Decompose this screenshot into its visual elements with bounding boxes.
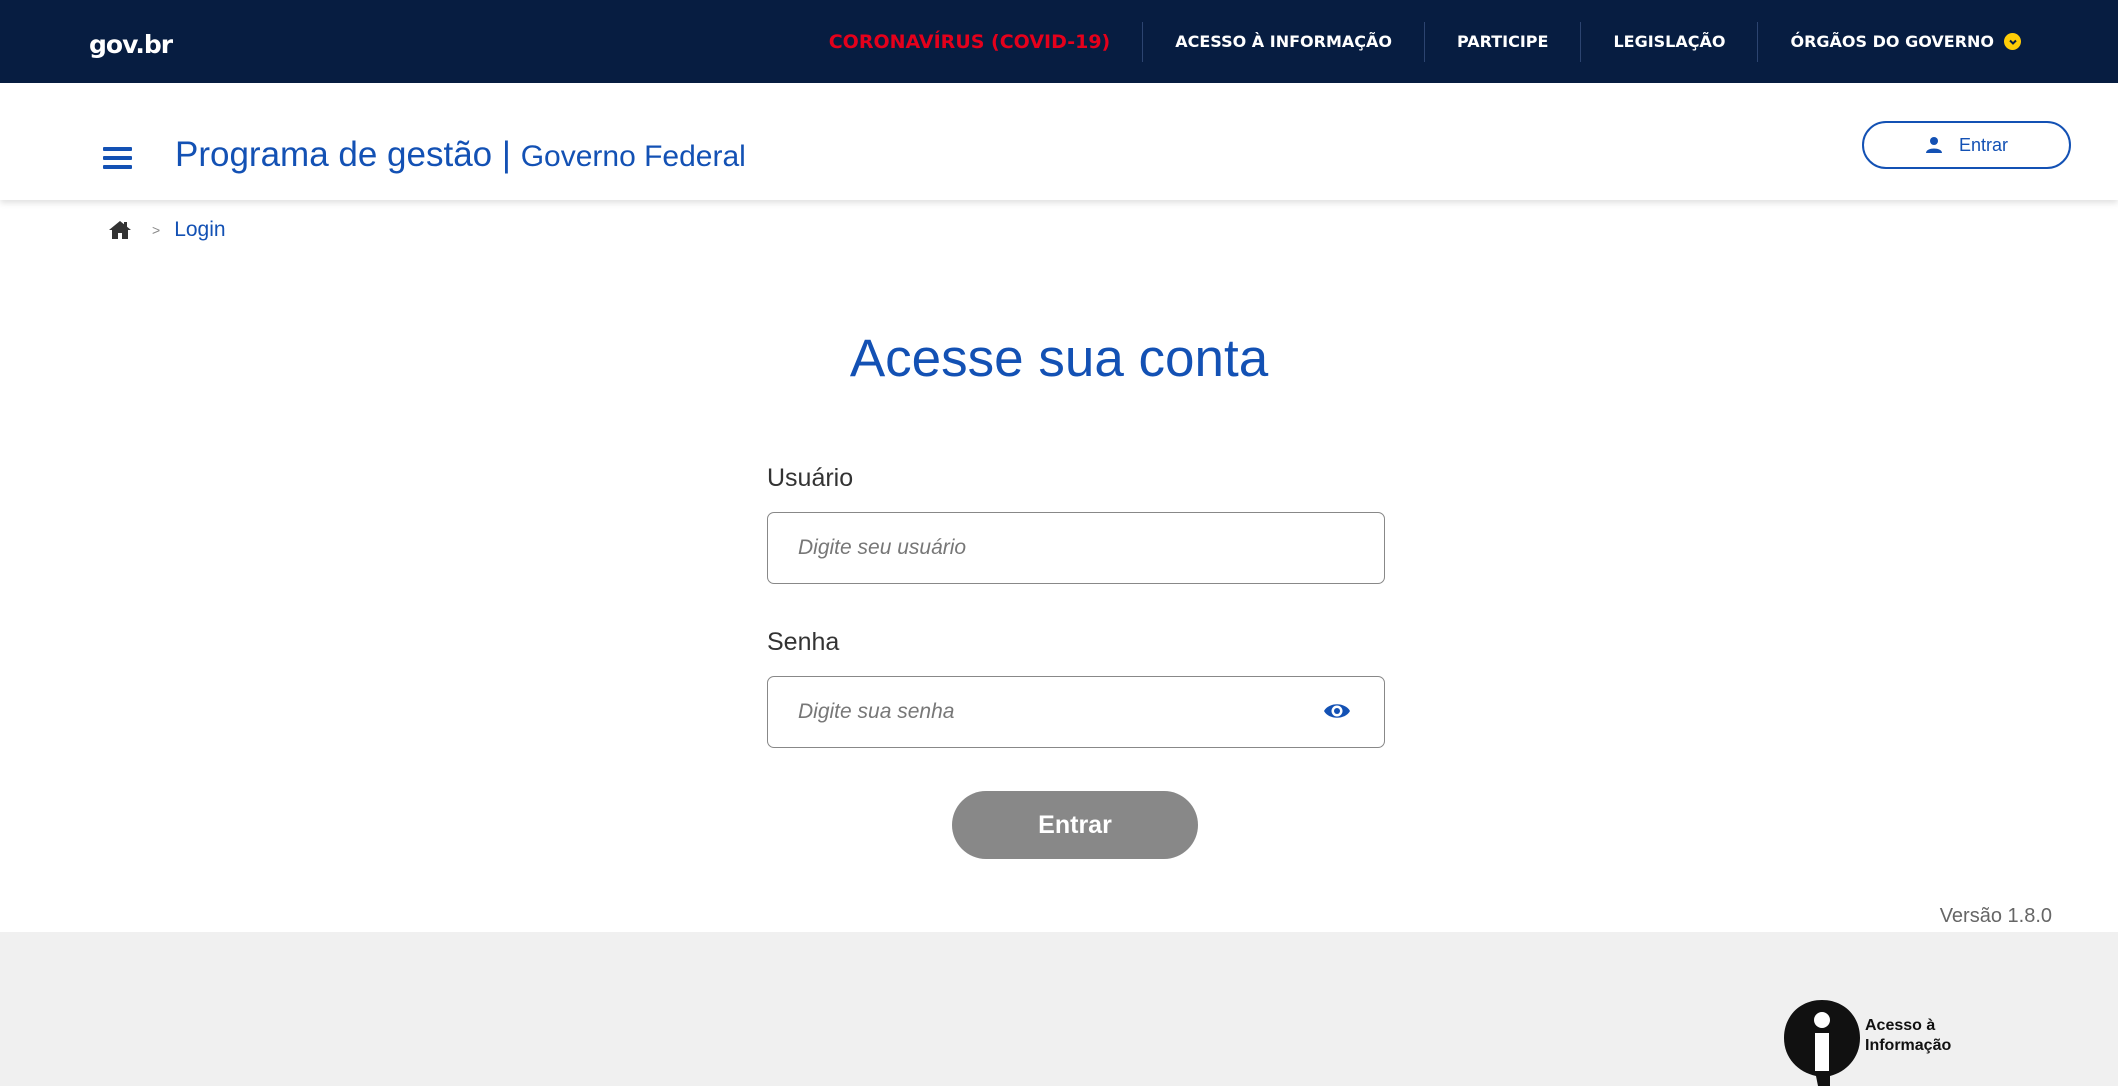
username-label: Usuário xyxy=(767,464,854,492)
site-title-separator: | xyxy=(492,135,521,174)
login-title: Acesse sua conta xyxy=(849,329,1269,388)
breadcrumb-separator: > xyxy=(152,222,161,238)
username-input[interactable] xyxy=(767,512,1385,584)
govbr-logo[interactable]: gov.br xyxy=(89,30,173,59)
breadcrumb-login[interactable]: Login xyxy=(174,218,225,242)
acesso-informacao-label: ACESSO À INFORMAÇÃO xyxy=(1175,32,1392,51)
info-text-line2: Informação xyxy=(1865,1037,1952,1054)
header-login-button[interactable]: Entrar xyxy=(1862,121,2071,169)
password-input[interactable] xyxy=(767,676,1385,748)
gov-top-nav: CORONAVÍRUS (COVID-19) ACESSO À INFORMAÇ… xyxy=(797,0,2053,83)
site-title-main: Programa de gestão xyxy=(175,135,493,174)
covid-link[interactable]: CORONAVÍRUS (COVID-19) xyxy=(797,22,1143,62)
breadcrumb: > Login xyxy=(108,218,226,242)
chevron-down-icon xyxy=(2004,33,2021,50)
info-text-line1: Acesso à xyxy=(1865,1017,1936,1034)
orgaos-governo-dropdown[interactable]: ÓRGÃOS DO GOVERNO xyxy=(1757,21,2053,62)
acesso-informacao-link[interactable]: ACESSO À INFORMAÇÃO xyxy=(1142,21,1424,62)
site-title-sub: Governo Federal xyxy=(520,140,746,173)
header-login-label: Entrar xyxy=(1958,134,2009,155)
login-submit-button[interactable]: Entrar xyxy=(952,791,1198,859)
participe-link[interactable]: PARTICIPE xyxy=(1423,21,1580,62)
orgaos-governo-label: ÓRGÃOS DO GOVERNO xyxy=(1790,32,1994,51)
password-label: Senha xyxy=(767,628,840,656)
legislacao-label: LEGISLAÇÃO xyxy=(1613,32,1726,51)
participe-label: PARTICIPE xyxy=(1456,32,1549,51)
hamburger-menu-icon[interactable] xyxy=(103,147,132,169)
user-icon xyxy=(1925,137,1942,153)
legislacao-link[interactable]: LEGISLAÇÃO xyxy=(1580,21,1757,62)
gov-top-bar: gov.br CORONAVÍRUS (COVID-19) ACESSO À I… xyxy=(0,0,2118,83)
page-title: Programa de gestão | Governo Federal xyxy=(175,135,746,175)
acesso-informacao-footer-text: Acesso à Informação xyxy=(1865,1016,1951,1056)
eye-icon[interactable] xyxy=(1323,701,1351,721)
info-icon[interactable] xyxy=(1784,1000,1860,1086)
home-icon[interactable] xyxy=(108,219,132,241)
site-header: Programa de gestão | Governo Federal Ent… xyxy=(0,83,2118,200)
version-label: Versão 1.8.0 xyxy=(1939,905,2052,927)
covid-link-label: CORONAVÍRUS (COVID-19) xyxy=(828,30,1111,53)
